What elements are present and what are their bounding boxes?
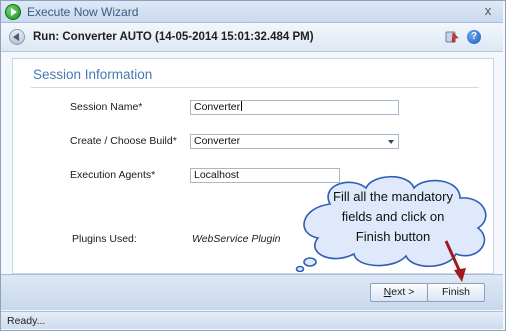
help-icon[interactable]: ? (467, 30, 481, 44)
finish-button[interactable]: Finish (427, 283, 485, 302)
text-caret (241, 101, 243, 111)
section-divider (31, 87, 479, 88)
callout-line-2: fields and click on (341, 209, 445, 224)
title-bar: Execute Now Wizard x (1, 1, 503, 23)
run-title: Run: Converter AUTO (14-05-2014 15:01:32… (33, 31, 314, 43)
arrow-icon (444, 240, 466, 282)
plugins-value: WebService Plugin (192, 233, 281, 245)
chevron-down-icon[interactable] (388, 140, 394, 144)
build-select[interactable]: Converter (190, 134, 399, 149)
session-name-input[interactable]: Converter (190, 100, 399, 115)
status-text: Ready... (7, 315, 46, 327)
callout-line-1: Fill all the mandatory (333, 189, 453, 204)
plugins-label: Plugins Used: (72, 233, 137, 245)
agents-value: Localhost (194, 169, 239, 181)
window-title: Execute Now Wizard (27, 5, 139, 19)
status-bar: Ready... (1, 311, 503, 329)
wizard-header: Run: Converter AUTO (14-05-2014 15:01:32… (1, 23, 503, 52)
session-name-value: Converter (194, 101, 241, 113)
close-icon[interactable]: x (481, 4, 495, 18)
back-arrow-icon[interactable] (9, 29, 25, 45)
next-label: ext > (391, 286, 415, 298)
play-icon (5, 4, 21, 20)
agents-label: Execution Agents* (70, 169, 156, 181)
session-name-label: Session Name* (70, 101, 143, 113)
section-title: Session Information (33, 67, 153, 82)
build-value: Converter (194, 135, 241, 147)
build-label: Create / Choose Build* (70, 135, 177, 147)
next-button[interactable]: Next > (370, 283, 428, 302)
tool-icon[interactable] (444, 29, 460, 45)
